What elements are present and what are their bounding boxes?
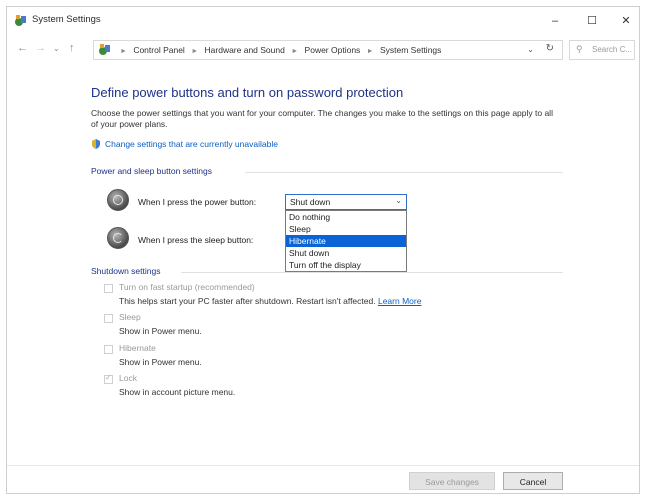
change-settings-label: Change settings that are currently unava… — [105, 139, 278, 149]
system-settings-window: System Settings – ☐ ✕ ← → ⌄ ↑ ► Control … — [6, 6, 640, 494]
page-description: Choose the power settings that you want … — [91, 108, 553, 129]
sleep-button-icon — [107, 227, 129, 249]
refresh-icon[interactable]: ↻ — [546, 43, 554, 54]
fast-startup-checkbox[interactable] — [104, 284, 113, 293]
save-changes-button[interactable]: Save changes — [409, 472, 495, 490]
search-icon: ⚲ — [576, 44, 583, 54]
fast-startup-desc-text: This helps start your PC faster after sh… — [119, 296, 376, 306]
maximize-button[interactable]: ☐ — [577, 11, 607, 31]
checkmark-icon: ✓ — [105, 373, 112, 382]
lock-option-description: Show in account picture menu. — [119, 387, 236, 397]
cancel-button[interactable]: Cancel — [503, 472, 563, 490]
breadcrumb-system-settings[interactable]: System Settings — [380, 45, 441, 55]
hibernate-option-label: Hibernate — [119, 343, 156, 353]
sleep-checkbox[interactable] — [104, 314, 113, 323]
search-placeholder: Search C... — [592, 45, 632, 54]
fast-startup-label: Turn on fast startup (recommended) — [119, 282, 255, 292]
option-do-nothing[interactable]: Do nothing — [286, 211, 406, 223]
change-settings-link[interactable]: Change settings that are currently unava… — [91, 139, 278, 149]
lock-checkbox[interactable]: ✓ — [104, 373, 113, 384]
title-bar: System Settings – ☐ ✕ — [7, 7, 639, 35]
control-panel-icon — [15, 15, 26, 26]
sleep-button-label: When I press the sleep button: — [138, 235, 254, 245]
breadcrumb-separator-icon: ► — [191, 48, 199, 55]
option-turn-off-display[interactable]: Turn off the display — [286, 259, 406, 271]
power-button-select[interactable]: Shut down ⌄ — [285, 194, 407, 210]
window-title: System Settings — [32, 14, 101, 25]
option-shut-down[interactable]: Shut down — [286, 247, 406, 259]
sleep-option-label: Sleep — [119, 312, 141, 322]
forward-arrow-icon[interactable]: → — [35, 42, 46, 54]
back-arrow-icon[interactable]: ← — [17, 42, 28, 54]
footer-divider — [7, 465, 639, 466]
hibernate-option-description: Show in Power menu. — [119, 357, 202, 367]
breadcrumb-separator-icon: ► — [366, 48, 374, 55]
breadcrumb-control-panel[interactable]: Control Panel — [133, 45, 185, 55]
fast-startup-description: This helps start your PC faster after sh… — [119, 296, 421, 306]
chevron-down-icon: ⌄ — [395, 196, 402, 205]
page-title: Define power buttons and turn on passwor… — [91, 85, 404, 100]
address-bar[interactable]: ► Control Panel ► Hardware and Sound ► P… — [93, 40, 563, 60]
breadcrumb-separator-icon: ► — [120, 48, 127, 55]
sleep-option-description: Show in Power menu. — [119, 326, 202, 336]
power-button-options-list: Do nothing Sleep Hibernate Shut down Tur… — [285, 210, 407, 272]
minimize-button[interactable]: – — [540, 11, 570, 31]
up-arrow-icon[interactable]: ↑ — [69, 42, 75, 54]
close-button[interactable]: ✕ — [611, 11, 641, 31]
section-divider — [181, 272, 563, 273]
option-hibernate[interactable]: Hibernate — [286, 235, 406, 247]
section-divider — [245, 172, 563, 173]
address-dropdown-icon[interactable]: ⌄ — [527, 45, 534, 54]
breadcrumb-power-options[interactable]: Power Options — [305, 45, 361, 55]
recent-locations-dropdown-icon[interactable]: ⌄ — [53, 44, 60, 53]
power-button-value: Shut down — [290, 197, 331, 207]
breadcrumb-separator-icon: ► — [291, 48, 299, 55]
power-button-icon — [107, 189, 129, 211]
breadcrumb: ► Control Panel ► Hardware and Sound ► P… — [116, 45, 441, 55]
hibernate-checkbox[interactable] — [104, 345, 113, 354]
lock-option-label: Lock — [119, 373, 137, 383]
shutdown-section-heading: Shutdown settings — [91, 266, 161, 276]
learn-more-link[interactable]: Learn More — [378, 296, 421, 306]
navigation-bar: ← → ⌄ ↑ ► Control Panel ► Hardware and S… — [7, 37, 639, 63]
option-sleep[interactable]: Sleep — [286, 223, 406, 235]
control-panel-icon — [99, 44, 110, 55]
power-section-heading: Power and sleep button settings — [91, 166, 212, 176]
power-button-label: When I press the power button: — [138, 197, 257, 207]
search-input[interactable]: ⚲ Search C... — [569, 40, 635, 60]
shield-icon — [92, 139, 100, 149]
breadcrumb-hardware-and-sound[interactable]: Hardware and Sound — [205, 45, 285, 55]
